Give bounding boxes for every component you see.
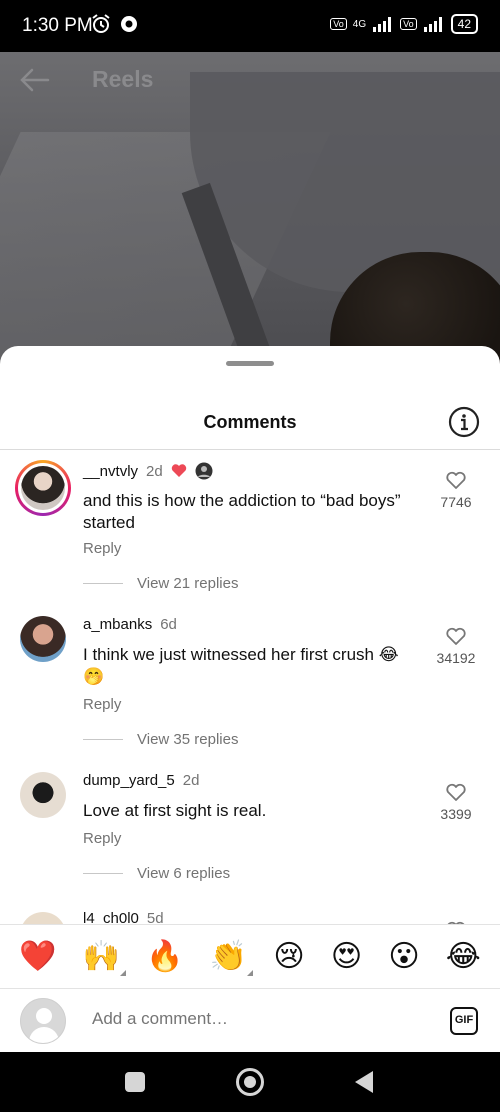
alarm-icon xyxy=(92,14,110,33)
network-type: 4G xyxy=(352,18,367,30)
volte-icon-2: Vo xyxy=(400,18,417,30)
emoji-laughing-button[interactable]: 😂 xyxy=(446,941,481,972)
comment-header: a_mbanks 6d xyxy=(83,616,177,633)
like-column: 34192 xyxy=(432,626,480,666)
user-avatar xyxy=(20,998,66,1044)
comment-header: l4_ch0l0 5d xyxy=(83,910,164,924)
emoji-crying-button[interactable]: 😢 xyxy=(273,941,304,972)
view-replies-button[interactable]: View 35 replies xyxy=(83,731,238,748)
like-count: 7746 xyxy=(440,494,472,510)
emoji-surprised-button[interactable]: 😮 xyxy=(388,941,419,972)
heart-outline-icon[interactable] xyxy=(445,626,467,646)
volte-icon: Vo xyxy=(330,18,347,30)
chrome-icon xyxy=(121,16,137,32)
heart-outline-icon[interactable] xyxy=(445,470,467,490)
view-replies-button[interactable]: View 6 replies xyxy=(83,865,230,882)
comment-item: l4_ch0l0 5d xyxy=(0,904,500,924)
emoji-reaction-bar: ❤️ 🙌 🔥 👏 😢 😍 😮 😂 xyxy=(0,924,500,988)
reply-button[interactable]: Reply xyxy=(83,540,121,557)
comment-username[interactable]: dump_yard_5 xyxy=(83,772,175,789)
comment-text: and this is how the addiction to “bad bo… xyxy=(83,491,401,532)
comment-text: Love at first sight is real. xyxy=(83,801,267,820)
comment-username[interactable]: a_mbanks xyxy=(83,616,152,633)
skin-tone-indicator xyxy=(247,969,254,976)
like-count: 3399 xyxy=(440,806,472,822)
emoji-heart-button[interactable]: ❤️ xyxy=(19,941,56,972)
signal-icon xyxy=(373,17,392,32)
reels-header: Reels xyxy=(0,52,500,107)
replies-divider xyxy=(83,739,123,740)
battery-icon: 42 xyxy=(450,14,478,34)
comment-header: dump_yard_5 2d xyxy=(83,772,199,789)
like-count: 34192 xyxy=(436,650,476,666)
info-icon[interactable] xyxy=(448,406,480,438)
status-time: 1:30 PM xyxy=(22,15,93,36)
comment-username[interactable]: l4_ch0l0 xyxy=(83,910,139,924)
comment-input[interactable] xyxy=(92,1009,412,1029)
comment-time: 2d xyxy=(182,772,200,789)
comment-time: 5d xyxy=(146,910,164,924)
comment-input-bar: GIF xyxy=(0,988,500,1052)
like-column: 3399 xyxy=(436,782,476,822)
creator-liked-heart-icon xyxy=(171,464,186,477)
drag-handle[interactable] xyxy=(226,361,274,366)
creator-avatar-icon xyxy=(195,462,213,480)
like-column: 7746 xyxy=(436,470,476,510)
skin-tone-indicator xyxy=(120,969,127,976)
avatar[interactable] xyxy=(20,616,66,662)
sheet-title: Comments xyxy=(203,412,297,432)
emoji-clapping-button[interactable]: 👏 xyxy=(209,939,254,976)
avatar[interactable] xyxy=(20,912,66,924)
status-icons-left xyxy=(90,13,138,35)
reel-video[interactable]: Reels xyxy=(0,52,500,372)
comment-time: 6d xyxy=(160,616,177,633)
heart-outline-icon[interactable] xyxy=(445,782,467,802)
avatar[interactable] xyxy=(20,772,66,818)
reply-button[interactable]: Reply xyxy=(83,830,121,847)
emoji-raising-hands-button[interactable]: 🙌 xyxy=(82,939,127,976)
view-replies-button[interactable]: View 21 replies xyxy=(83,575,238,592)
nav-back-icon[interactable] xyxy=(355,1071,373,1093)
emoji-fire-button[interactable]: 🔥 xyxy=(146,941,183,972)
comment-item: __nvtvly 2d and this is how the addictio… xyxy=(0,450,500,600)
comment-item: dump_yard_5 2d Love at first sight is re… xyxy=(0,764,500,894)
reels-title: Reels xyxy=(92,66,154,92)
comment-time: 2d xyxy=(146,462,163,480)
emoji-raising-hands-glyph: 🙌 xyxy=(82,939,121,973)
emoji-heart-eyes-button[interactable]: 😍 xyxy=(331,941,362,972)
reply-button[interactable]: Reply xyxy=(83,696,121,713)
replies-divider xyxy=(83,583,123,584)
gif-button[interactable]: GIF xyxy=(450,1007,478,1035)
comment-item: a_mbanks 6d I think we just witnessed he… xyxy=(0,608,500,758)
status-bar: 1:30 PM Vo 4G Vo 42 xyxy=(0,0,500,52)
back-arrow-icon[interactable] xyxy=(18,66,52,94)
home-icon[interactable] xyxy=(236,1068,264,1096)
system-nav-bar xyxy=(0,1052,500,1112)
signal-icon-2 xyxy=(423,17,442,32)
view-replies-label: View 6 replies xyxy=(137,865,231,882)
status-icons-right: Vo 4G Vo 42 xyxy=(330,14,478,34)
comment-username[interactable]: __nvtvly xyxy=(83,463,138,480)
avatar-story-ring[interactable] xyxy=(15,460,71,516)
view-replies-label: View 35 replies xyxy=(137,731,239,748)
view-replies-label: View 21 replies xyxy=(137,575,239,592)
recent-apps-icon[interactable] xyxy=(125,1072,145,1092)
replies-divider xyxy=(83,873,123,874)
comments-sheet: Comments __nvtvly 2d and this is how the… xyxy=(0,346,500,1052)
comments-list[interactable]: __nvtvly 2d and this is how the addictio… xyxy=(0,450,500,924)
comment-text: I think we just witnessed her first crus… xyxy=(83,645,399,686)
emoji-clapping-glyph: 👏 xyxy=(209,939,248,973)
comment-header: __nvtvly 2d xyxy=(83,462,213,480)
avatar xyxy=(21,466,65,510)
